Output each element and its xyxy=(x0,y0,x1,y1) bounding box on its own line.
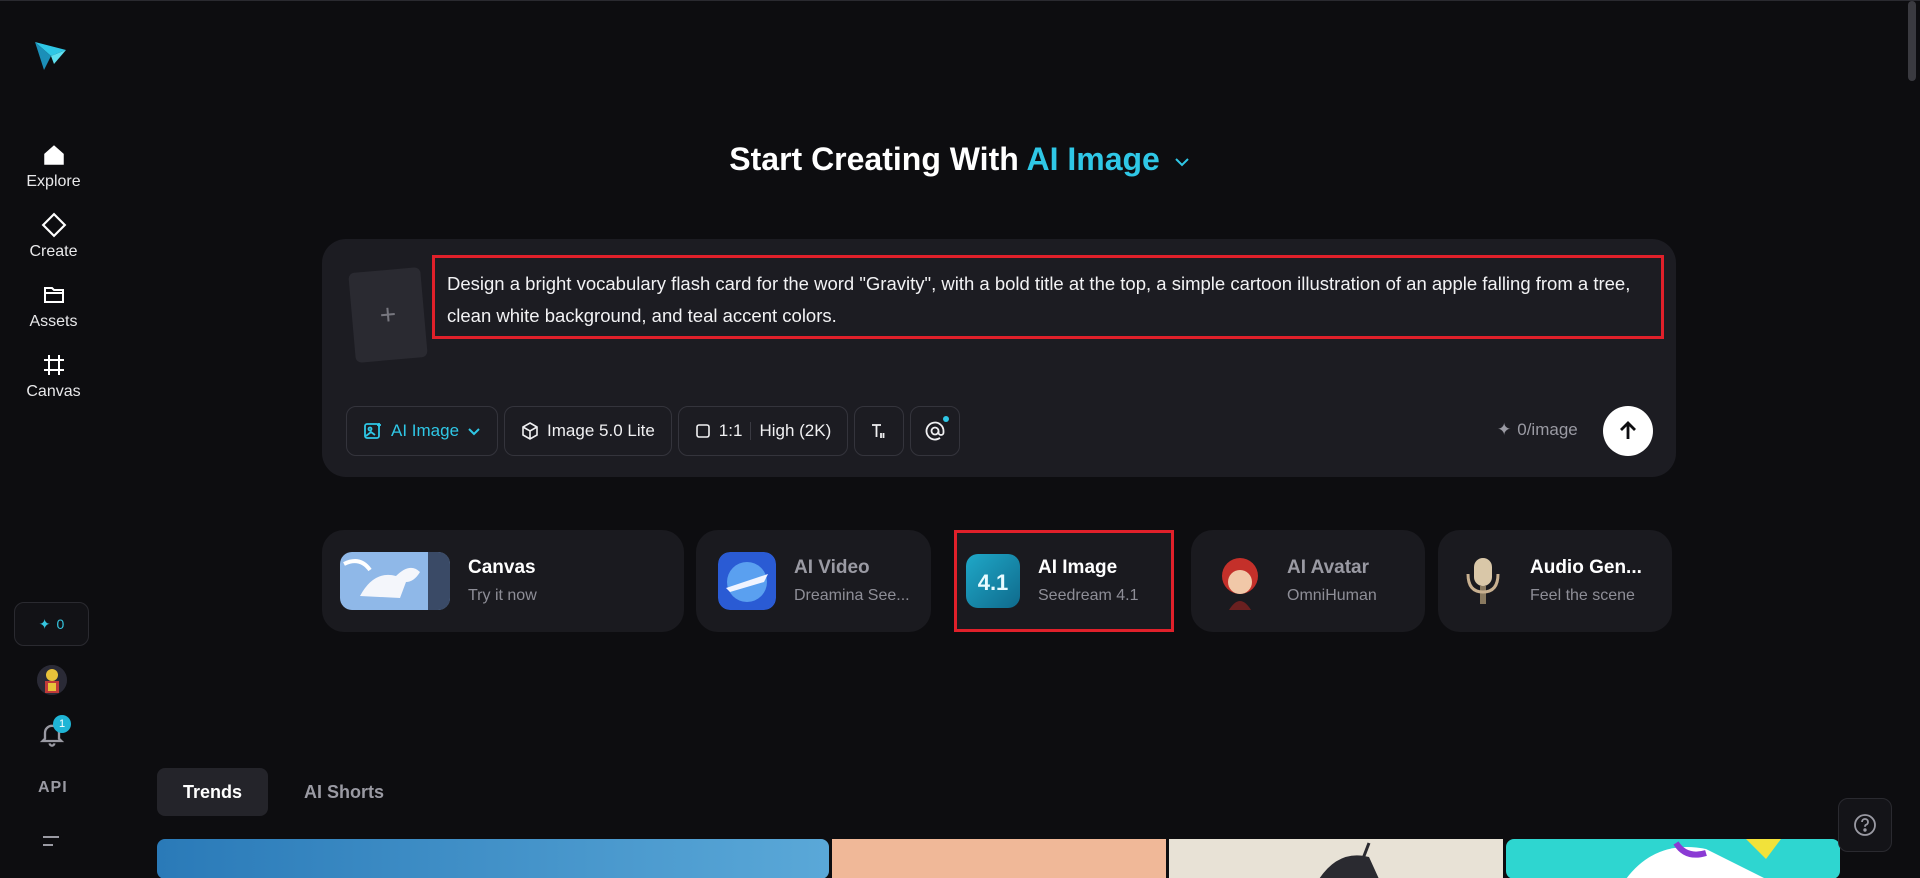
notification-count: 1 xyxy=(53,715,71,733)
prompt-card: + Design a bright vocabulary flash card … xyxy=(322,239,1676,477)
cube-icon xyxy=(522,422,538,440)
text-style-button[interactable] xyxy=(854,406,905,456)
model-select-button[interactable]: Image 5.0 Lite xyxy=(504,406,672,456)
divider xyxy=(750,422,752,440)
cost-label: 0/image xyxy=(1517,420,1578,439)
feature-subtitle: OmniHuman xyxy=(1287,587,1377,604)
sidebar-item-create[interactable]: Create xyxy=(0,205,107,267)
question-icon xyxy=(1854,814,1876,836)
ratio-quality-button[interactable]: 1:1 High (2K) xyxy=(677,406,849,456)
folder-icon xyxy=(40,281,68,309)
sidebar-item-assets[interactable]: Assets xyxy=(0,275,107,337)
prompt-input[interactable]: Design a bright vocabulary flash card fo… xyxy=(432,255,1664,339)
cost-indicator: ✦ 0/image xyxy=(1497,420,1578,440)
image-icon xyxy=(364,423,381,439)
mode-select-button[interactable]: AI Image xyxy=(346,406,499,456)
feature-subtitle: Try it now xyxy=(468,587,537,604)
sidebar-item-label: Canvas xyxy=(26,383,81,400)
credits-count: 0 xyxy=(56,616,65,632)
send-button[interactable] xyxy=(1603,406,1653,456)
canvas-thumbnail xyxy=(340,552,450,610)
menu-icon[interactable] xyxy=(42,832,60,850)
frame-icon xyxy=(40,351,68,379)
feature-card-ai-image[interactable]: 4.1 AI Image Seedream 4.1 xyxy=(954,530,1174,632)
at-icon xyxy=(925,421,945,441)
mention-button[interactable] xyxy=(910,406,961,456)
api-link[interactable]: API xyxy=(38,779,68,797)
audio-gen-thumbnail xyxy=(1454,552,1512,610)
feature-title: AI Video xyxy=(794,557,870,578)
mode-dropdown-label: AI Image xyxy=(1026,141,1160,177)
text-style-icon xyxy=(872,424,885,438)
square-icon xyxy=(695,424,710,438)
sidebar-item-label: Create xyxy=(29,243,78,260)
feature-title: Canvas xyxy=(468,557,536,578)
feature-title: AI Avatar xyxy=(1287,557,1370,578)
arrow-up-icon xyxy=(1620,421,1636,439)
ai-avatar-thumbnail xyxy=(1211,552,1269,610)
quality-label: High (2K) xyxy=(759,421,832,440)
sparkle-icon: ✦ xyxy=(38,615,51,632)
diamond-icon xyxy=(40,211,68,239)
title-prefix: Start Creating With xyxy=(729,141,1019,177)
gallery-item[interactable] xyxy=(1506,839,1840,878)
avatar[interactable] xyxy=(37,665,67,695)
mode-select-label: AI Image xyxy=(391,421,460,440)
sidebar-item-canvas[interactable]: Canvas xyxy=(0,345,107,407)
ai-image-thumbnail: 4.1 xyxy=(966,554,1020,608)
feature-subtitle: Seedream 4.1 xyxy=(1038,587,1139,604)
sparkle-icon: ✦ xyxy=(1497,420,1512,439)
feature-subtitle: Dreamina See... xyxy=(794,587,910,604)
feature-card-ai-avatar[interactable]: AI Avatar OmniHuman xyxy=(1191,530,1425,632)
prompt-toolbar: AI Image Image 5.0 Lite 1:1 High (2K) xyxy=(346,406,961,456)
sidebar: Explore Create Assets Canvas ✦ 0 1 API xyxy=(0,1,107,878)
feature-title: Audio Gen... xyxy=(1530,557,1642,578)
indicator-dot xyxy=(943,416,950,422)
gallery-item[interactable] xyxy=(1169,839,1503,878)
feature-title: AI Image xyxy=(1038,557,1118,578)
gallery-item[interactable] xyxy=(157,839,829,878)
gallery-item[interactable] xyxy=(832,839,1166,878)
model-version-badge: 4.1 xyxy=(978,570,1009,595)
credits-badge[interactable]: ✦ 0 xyxy=(14,602,89,646)
sidebar-item-label: Assets xyxy=(29,313,78,330)
feature-card-canvas[interactable]: Canvas Try it now xyxy=(322,530,684,632)
mode-dropdown[interactable]: AI Image xyxy=(1026,141,1190,177)
help-button[interactable] xyxy=(1838,798,1892,852)
tab-trends[interactable]: Trends xyxy=(157,768,269,816)
ratio-label: 1:1 xyxy=(718,421,743,440)
model-select-label: Image 5.0 Lite xyxy=(547,421,655,440)
upload-reference-button[interactable]: + xyxy=(348,267,428,363)
scrollbar[interactable] xyxy=(1908,1,1916,81)
feature-subtitle: Feel the scene xyxy=(1530,587,1635,604)
feature-card-audio-gen[interactable]: Audio Gen... Feel the scene xyxy=(1438,530,1672,632)
chevron-down-icon xyxy=(468,428,480,436)
dreamina-logo-icon[interactable] xyxy=(32,36,70,74)
tab-ai-shorts[interactable]: AI Shorts xyxy=(278,768,410,816)
plus-icon: + xyxy=(378,298,398,331)
ai-video-thumbnail xyxy=(718,552,776,610)
chevron-down-icon xyxy=(1175,157,1189,166)
page-title: Start Creating With AI Image xyxy=(0,141,1920,178)
feature-card-ai-video[interactable]: AI Video Dreamina See... xyxy=(696,530,931,632)
